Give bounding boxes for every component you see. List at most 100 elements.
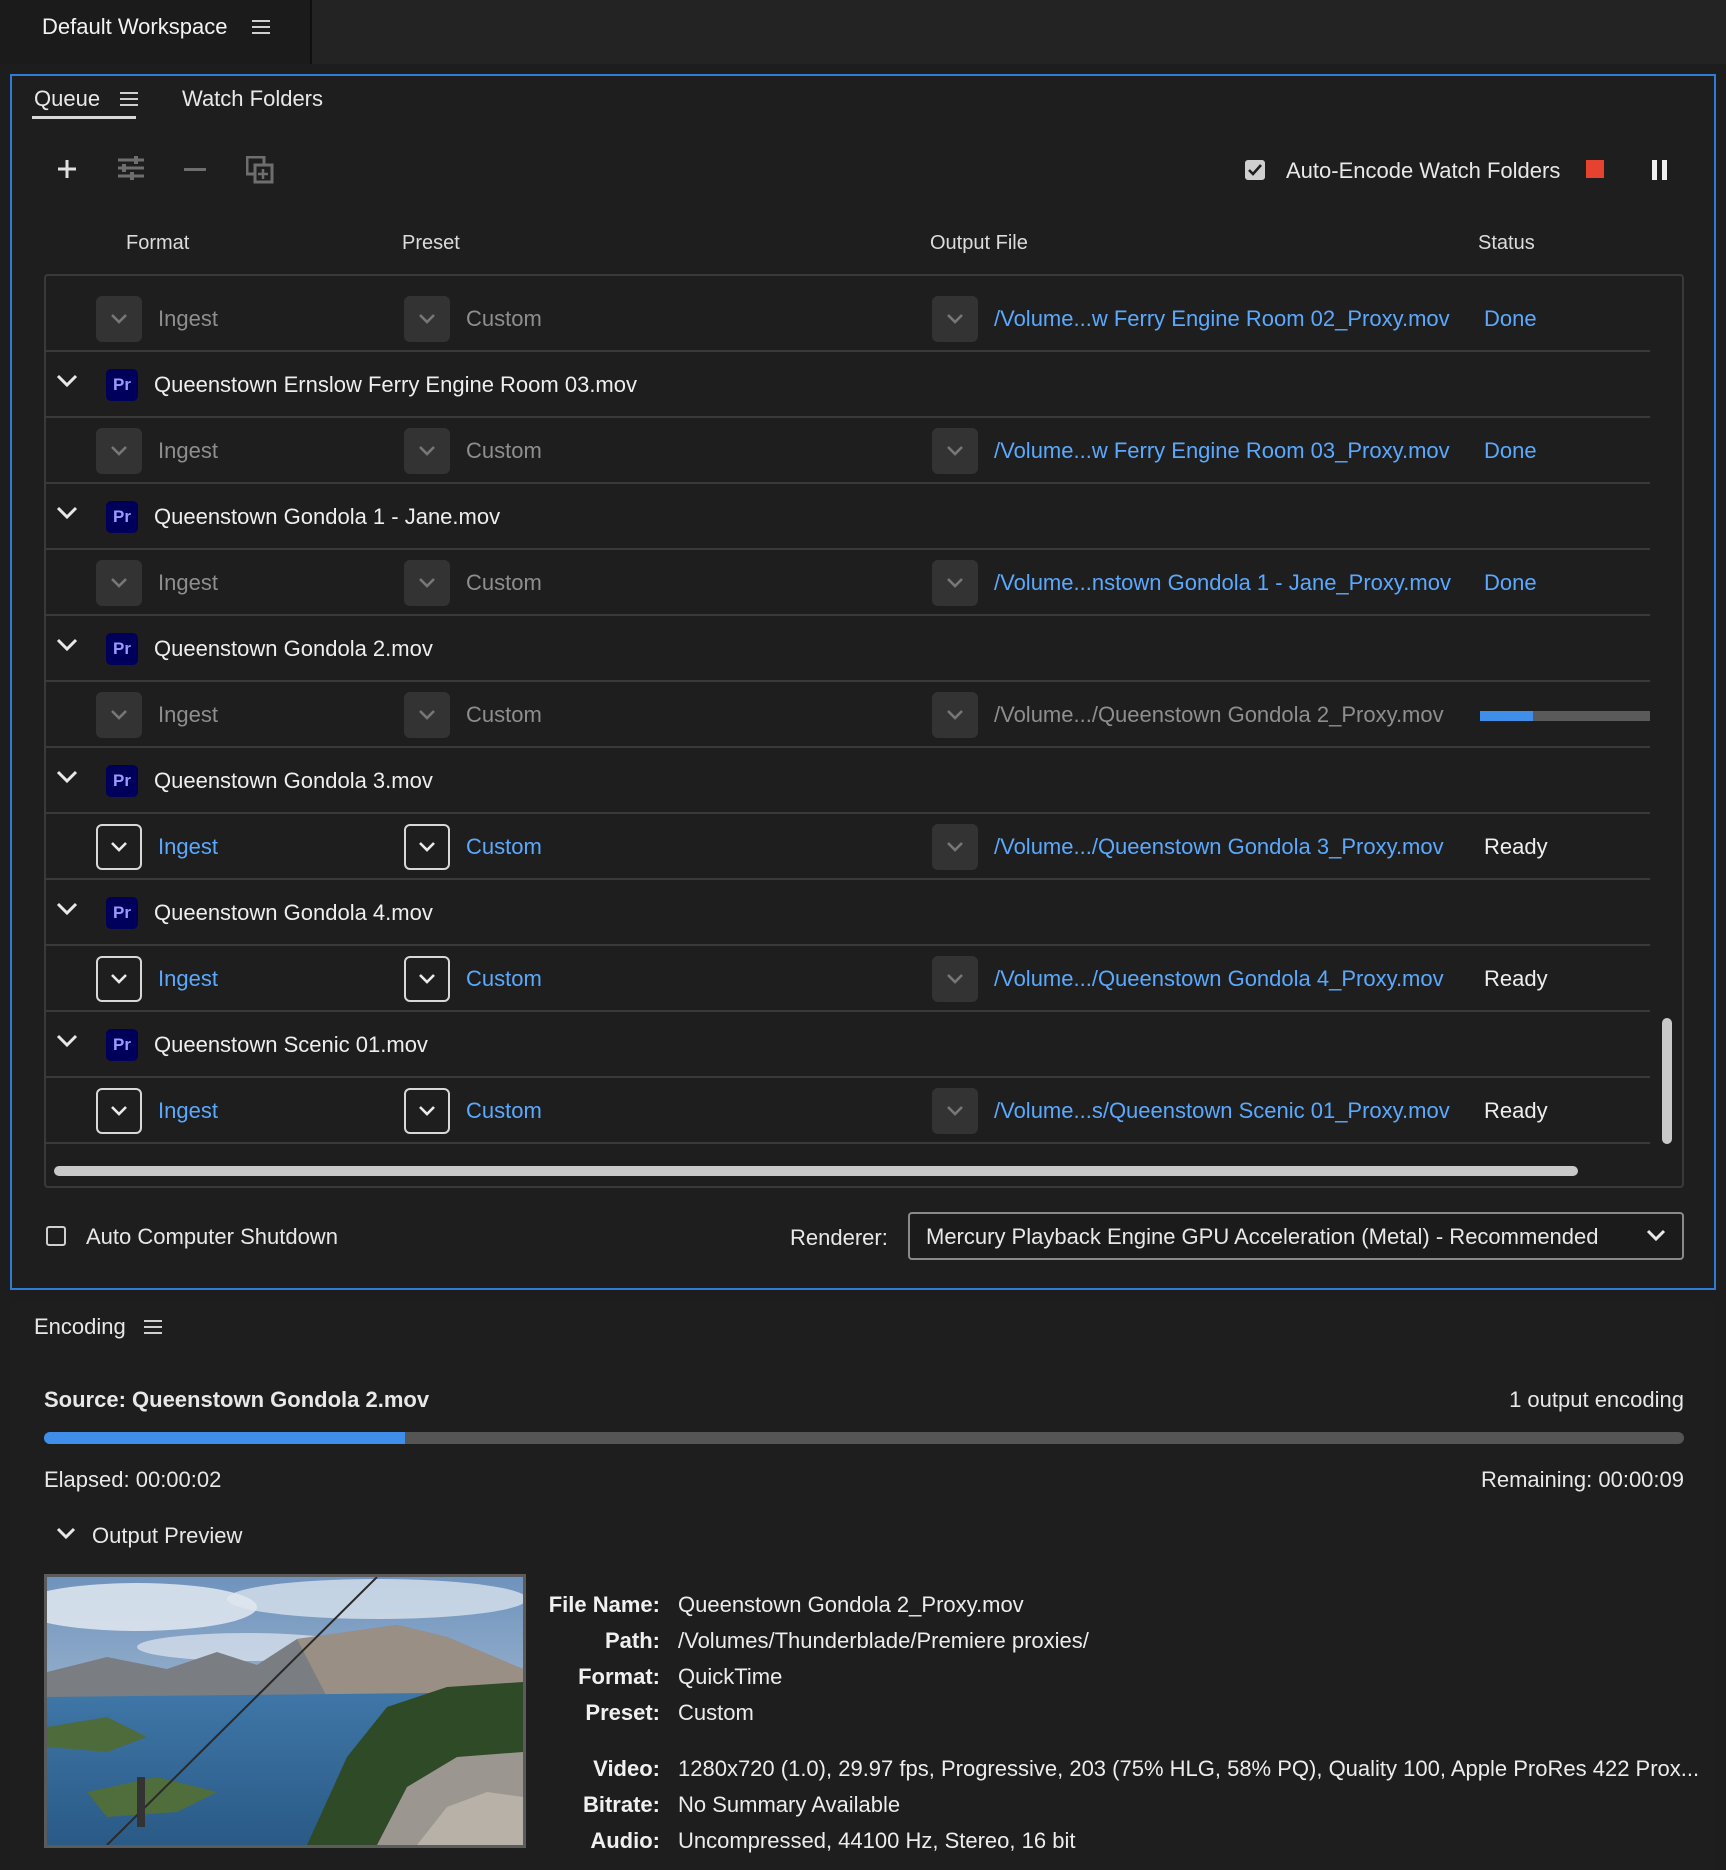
expand-chevron-icon[interactable] xyxy=(56,1034,78,1048)
preset-value[interactable]: Custom xyxy=(466,946,542,1012)
output-file-link[interactable]: /Volume...w Ferry Engine Room 03_Proxy.m… xyxy=(994,418,1450,484)
format-dropdown-button[interactable] xyxy=(96,692,142,738)
expand-chevron-icon[interactable] xyxy=(56,770,78,784)
output-row[interactable]: Ingest Custom/Volume...w Ferry Engine Roo… xyxy=(46,286,1650,352)
active-tab-indicator xyxy=(32,116,136,119)
preset-dropdown-button[interactable] xyxy=(404,428,450,474)
output-file-link[interactable]: /Volume...w Ferry Engine Room 02_Proxy.m… xyxy=(994,286,1450,352)
detail-key: Path: xyxy=(605,1628,660,1653)
output-file-link[interactable]: /Volume.../Queenstown Gondola 3_Proxy.mo… xyxy=(994,814,1444,880)
output-row[interactable]: Ingest Custom/Volume...s/Queenstown Sceni… xyxy=(46,1078,1650,1144)
format-dropdown-button[interactable] xyxy=(96,824,142,870)
expand-chevron-icon[interactable] xyxy=(56,506,78,520)
column-output-file[interactable]: Output File xyxy=(930,232,1028,255)
column-format[interactable]: Format xyxy=(126,232,189,255)
source-name: Queenstown Gondola 2.mov xyxy=(154,636,433,661)
output-row[interactable]: Ingest Custom/Volume...w Ferry Engine Roo… xyxy=(46,418,1650,484)
detail-key: Bitrate: xyxy=(582,1792,660,1817)
output-dropdown-button[interactable] xyxy=(932,692,978,738)
output-dropdown-button[interactable] xyxy=(932,560,978,606)
output-dropdown-button[interactable] xyxy=(932,824,978,870)
stop-queue-button[interactable] xyxy=(1586,160,1604,178)
preset-value: Custom xyxy=(466,306,542,331)
preset-value[interactable]: Custom xyxy=(466,814,542,880)
status-text: Done xyxy=(1484,570,1537,595)
format-dropdown-button[interactable] xyxy=(96,956,142,1002)
preset-dropdown-button[interactable] xyxy=(404,824,450,870)
vertical-scrollbar[interactable] xyxy=(1662,1018,1672,1144)
status-progress-bar xyxy=(1480,711,1650,721)
source-row[interactable]: Pr Queenstown Scenic 01.mov xyxy=(46,1012,1650,1078)
expand-chevron-icon[interactable] xyxy=(56,638,78,652)
format-value: Ingest xyxy=(158,438,218,463)
expand-chevron-icon[interactable] xyxy=(56,374,78,388)
add-source-icon[interactable] xyxy=(56,158,78,180)
detail-value: /Volumes/Thunderblade/Premiere proxies/ xyxy=(678,1628,1089,1653)
auto-shutdown-checkbox[interactable] xyxy=(46,1226,66,1246)
source-row[interactable]: Pr Queenstown Gondola 1 - Jane.mov xyxy=(46,484,1650,550)
format-dropdown-button[interactable] xyxy=(96,428,142,474)
format-value[interactable]: Ingest xyxy=(158,1078,218,1144)
format-value: Ingest xyxy=(158,702,218,727)
tab-queue[interactable]: Queue xyxy=(34,86,100,112)
status-text: Done xyxy=(1484,306,1537,331)
auto-shutdown-label: Auto Computer Shutdown xyxy=(86,1224,338,1249)
expand-chevron-icon[interactable] xyxy=(56,902,78,916)
output-row[interactable]: Ingest Custom/Volume.../Queenstown Gondol… xyxy=(46,946,1650,1012)
format-dropdown-button[interactable] xyxy=(96,296,142,342)
workspace-menu-icon[interactable] xyxy=(252,20,270,34)
output-preview-thumbnail xyxy=(44,1574,526,1848)
preset-value: Custom xyxy=(466,570,542,595)
premiere-badge-icon: Pr xyxy=(106,633,138,665)
source-name: Queenstown Gondola 1 - Jane.mov xyxy=(154,504,501,529)
preset-dropdown-button[interactable] xyxy=(404,1088,450,1134)
detail-key: Preset: xyxy=(585,1700,660,1725)
premiere-badge-icon: Pr xyxy=(106,501,138,533)
source-row[interactable]: Pr Queenstown Gondola 2.mov xyxy=(46,616,1650,682)
detail-value: Queenstown Gondola 2_Proxy.mov xyxy=(678,1592,1024,1617)
preset-dropdown-button[interactable] xyxy=(404,560,450,606)
queue-menu-icon[interactable] xyxy=(120,92,138,106)
output-dropdown-button[interactable] xyxy=(932,428,978,474)
source-row[interactable]: Pr Queenstown Gondola 3.mov xyxy=(46,748,1650,814)
output-file-link[interactable]: /Volume.../Queenstown Gondola 2_Proxy.mo… xyxy=(994,682,1444,748)
output-row[interactable]: Ingest Custom/Volume.../Queenstown Gondol… xyxy=(46,814,1650,880)
duplicate-icon[interactable] xyxy=(246,156,274,184)
status-text: Ready xyxy=(1484,834,1548,859)
premiere-badge-icon: Pr xyxy=(106,765,138,797)
output-preview-toggle[interactable] xyxy=(56,1526,76,1540)
output-dropdown-button[interactable] xyxy=(932,296,978,342)
detail-value: Uncompressed, 44100 Hz, Stereo, 16 bit xyxy=(678,1828,1076,1853)
remove-icon[interactable] xyxy=(184,168,206,172)
pause-queue-button[interactable] xyxy=(1652,160,1668,180)
preset-dropdown-button[interactable] xyxy=(404,296,450,342)
output-file-link[interactable]: /Volume.../Queenstown Gondola 4_Proxy.mo… xyxy=(994,946,1444,1012)
source-row[interactable]: Pr Queenstown Ernslow Ferry Engine Room 0… xyxy=(46,352,1650,418)
column-preset[interactable]: Preset xyxy=(402,232,460,255)
auto-encode-checkbox[interactable] xyxy=(1245,160,1265,180)
status-progress-fill xyxy=(1480,711,1533,721)
format-value: Ingest xyxy=(158,306,218,331)
renderer-value: Mercury Playback Engine GPU Acceleration… xyxy=(926,1224,1599,1249)
preset-dropdown-button[interactable] xyxy=(404,692,450,738)
source-row[interactable]: Pr Queenstown Gondola 4.mov xyxy=(46,880,1650,946)
horizontal-scrollbar[interactable] xyxy=(54,1166,1578,1176)
workspace-title: Default Workspace xyxy=(42,14,228,39)
format-dropdown-button[interactable] xyxy=(96,1088,142,1134)
output-file-link[interactable]: /Volume...nstown Gondola 1 - Jane_Proxy.… xyxy=(994,550,1451,616)
encoding-menu-icon[interactable] xyxy=(144,1320,162,1334)
output-row[interactable]: Ingest Custom/Volume...nstown Gondola 1 -… xyxy=(46,550,1650,616)
output-dropdown-button[interactable] xyxy=(932,956,978,1002)
preset-dropdown-button[interactable] xyxy=(404,956,450,1002)
preset-value[interactable]: Custom xyxy=(466,1078,542,1144)
detail-value: No Summary Available xyxy=(678,1792,901,1817)
output-dropdown-button[interactable] xyxy=(932,1088,978,1134)
format-value[interactable]: Ingest xyxy=(158,814,218,880)
format-dropdown-button[interactable] xyxy=(96,560,142,606)
format-value[interactable]: Ingest xyxy=(158,946,218,1012)
output-row[interactable]: Ingest Custom/Volume.../Queenstown Gondol… xyxy=(46,682,1650,748)
settings-sliders-icon[interactable] xyxy=(116,156,146,182)
column-status[interactable]: Status xyxy=(1478,232,1535,255)
tab-watch-folders[interactable]: Watch Folders xyxy=(182,86,323,112)
output-file-link[interactable]: /Volume...s/Queenstown Scenic 01_Proxy.m… xyxy=(994,1078,1450,1144)
